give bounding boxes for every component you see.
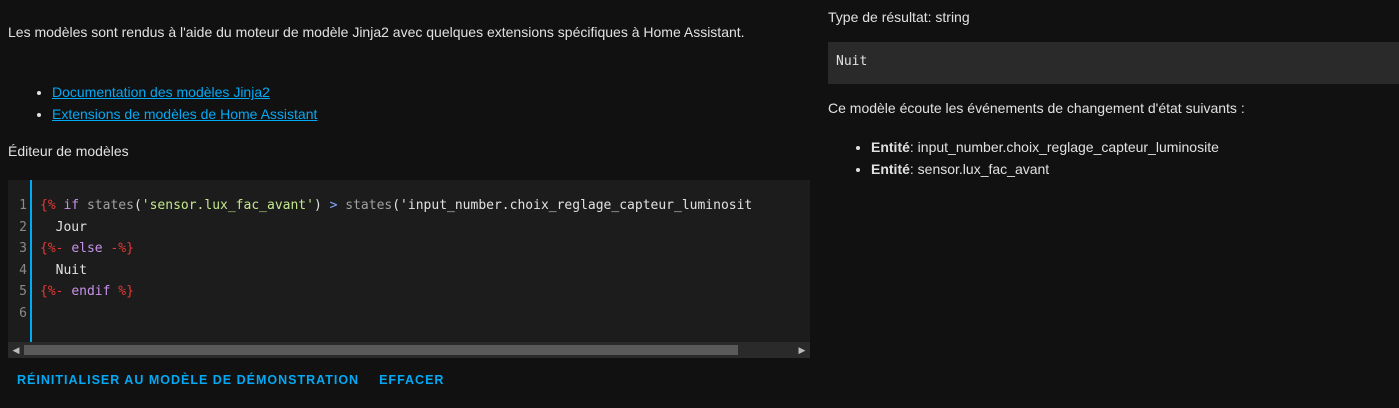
list-item: Documentation des modèles Jinja2 [52,81,317,103]
line-number: 6 [19,305,27,321]
horizontal-scrollbar[interactable]: ◀ ▶ [8,342,810,358]
scroll-right-icon[interactable]: ▶ [794,342,810,358]
line-number: 3 [19,241,27,256]
code-line[interactable]: Jour [40,217,810,239]
entity-list: Entité: input_number.choix_reglage_capte… [828,136,1219,180]
result-type-label: Type de résultat: string [828,9,970,25]
code-line[interactable]: Nuit [40,260,810,282]
list-item: Entité: sensor.lux_fac_avant [871,158,1219,180]
code-line[interactable]: {% if states('sensor.lux_fac_avant') > s… [40,195,810,217]
intro-text: Les modèles sont rendus à l'aide du mote… [8,24,745,40]
line-number-gutter: 1 2 3 4 5 6 [8,180,32,342]
scrollbar-thumb[interactable] [24,345,738,355]
result-output: Nuit [828,42,1399,84]
result-value: Nuit [836,54,868,69]
code-editor[interactable]: 1 2 3 4 5 6 {% if states('sensor.lux_fac… [8,180,810,358]
doc-links-list: Documentation des modèles Jinja2 Extensi… [8,81,317,125]
entity-id: : sensor.lux_fac_avant [909,161,1050,177]
list-item: Entité: input_number.choix_reglage_capte… [871,136,1219,158]
entity-label: Entité [871,139,910,155]
scroll-left-icon[interactable]: ◀ [8,342,24,358]
editor-actions: Réinitialiser au modèle de démonstration… [8,366,455,394]
list-item: Extensions de modèles de Home Assistant [52,103,317,125]
code-line[interactable]: {%- endif %} [40,281,810,303]
entity-id: : input_number.choix_reglage_capteur_lum… [909,139,1219,155]
listeners-description: Ce modèle écoute les événements de chang… [828,100,1245,116]
code-content[interactable]: {% if states('sensor.lux_fac_avant') > s… [40,195,810,342]
clear-button[interactable]: Effacer [370,366,455,394]
line-number: 2 [19,219,27,235]
reset-template-button[interactable]: Réinitialiser au modèle de démonstration [8,366,370,394]
code-line[interactable] [40,303,810,325]
editor-title: Éditeur de modèles [8,143,129,159]
template-dev-tools-page: Les modèles sont rendus à l'aide du mote… [0,0,1399,408]
line-number: 1 [19,198,27,213]
ha-extensions-link[interactable]: Extensions de modèles de Home Assistant [52,106,317,122]
entity-label: Entité [871,161,910,177]
jinja2-docs-link[interactable]: Documentation des modèles Jinja2 [52,84,270,100]
code-line[interactable]: {%- else -%} [40,238,810,260]
line-number: 5 [19,284,27,299]
line-number: 4 [19,262,27,278]
